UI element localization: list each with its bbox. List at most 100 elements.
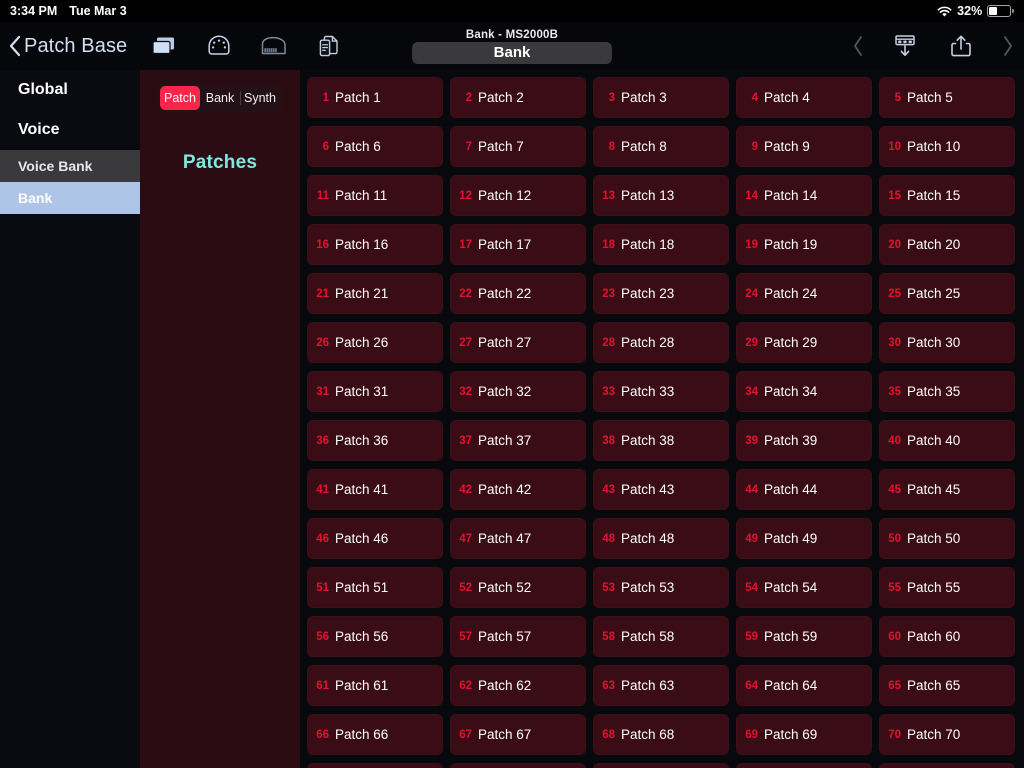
- patch-cell[interactable]: 58 Patch 58: [593, 616, 729, 657]
- sidebar-item-bank[interactable]: Bank: [0, 182, 140, 214]
- patch-cell[interactable]: 67 Patch 67: [450, 714, 586, 755]
- patch-cell[interactable]: 1 Patch 1: [307, 77, 443, 118]
- patch-cell[interactable]: 2 Patch 2: [450, 77, 586, 118]
- patch-cell[interactable]: 33 Patch 33: [593, 371, 729, 412]
- patch-cell[interactable]: 9 Patch 9: [736, 126, 872, 167]
- sidebar-item-voice[interactable]: Voice: [0, 110, 140, 150]
- patch-cell[interactable]: 44 Patch 44: [736, 469, 872, 510]
- patch-cell[interactable]: 56 Patch 56: [307, 616, 443, 657]
- patch-name: Patch 59: [764, 629, 818, 644]
- patch-cell[interactable]: 74Patch 74: [736, 763, 872, 768]
- patch-cell[interactable]: 38 Patch 38: [593, 420, 729, 461]
- patch-cell[interactable]: 37 Patch 37: [450, 420, 586, 461]
- sidebar-item-global[interactable]: Global: [0, 70, 140, 110]
- patch-cell[interactable]: 31 Patch 31: [307, 371, 443, 412]
- patch-cell[interactable]: 54 Patch 54: [736, 567, 872, 608]
- share-icon[interactable]: [946, 31, 976, 61]
- patch-cell[interactable]: 51 Patch 51: [307, 567, 443, 608]
- segment-synth[interactable]: Synth: [240, 86, 280, 110]
- patch-cell[interactable]: 4 Patch 4: [736, 77, 872, 118]
- patch-cell[interactable]: 62 Patch 62: [450, 665, 586, 706]
- patch-cell[interactable]: 21 Patch 21: [307, 273, 443, 314]
- patch-cell[interactable]: 36 Patch 36: [307, 420, 443, 461]
- patch-cell[interactable]: 57 Patch 57: [450, 616, 586, 657]
- patch-cell[interactable]: 49 Patch 49: [736, 518, 872, 559]
- patch-cell[interactable]: 14 Patch 14: [736, 175, 872, 216]
- patch-cell[interactable]: 47 Patch 47: [450, 518, 586, 559]
- patch-cell[interactable]: 25 Patch 25: [879, 273, 1015, 314]
- patch-cell[interactable]: 73Patch 73: [593, 763, 729, 768]
- segment-bank[interactable]: Bank: [200, 86, 240, 110]
- patch-cell[interactable]: 5 Patch 5: [879, 77, 1015, 118]
- chevron-right-nav-icon[interactable]: [1002, 34, 1014, 58]
- patch-cell[interactable]: 72Patch 72: [450, 763, 586, 768]
- patch-cell[interactable]: 64 Patch 64: [736, 665, 872, 706]
- patch-cell[interactable]: 19 Patch 19: [736, 224, 872, 265]
- patch-cell[interactable]: 46 Patch 46: [307, 518, 443, 559]
- patch-cell[interactable]: 60 Patch 60: [879, 616, 1015, 657]
- patch-cell[interactable]: 10 Patch 10: [879, 126, 1015, 167]
- patch-cell[interactable]: 7 Patch 7: [450, 126, 586, 167]
- patch-cell[interactable]: 6 Patch 6: [307, 126, 443, 167]
- patch-cell[interactable]: 48 Patch 48: [593, 518, 729, 559]
- patch-cell[interactable]: 26 Patch 26: [307, 322, 443, 363]
- window-icon[interactable]: [149, 31, 179, 61]
- patch-cell[interactable]: 16 Patch 16: [307, 224, 443, 265]
- patch-grid: 1 Patch 1 2 Patch 2 3 Patch 3 4 Patch 4 5 Patch 5…: [300, 70, 1024, 768]
- patch-cell[interactable]: 23 Patch 23: [593, 273, 729, 314]
- patch-cell[interactable]: 20 Patch 20: [879, 224, 1015, 265]
- patch-cell[interactable]: 30 Patch 30: [879, 322, 1015, 363]
- patch-cell[interactable]: 45 Patch 45: [879, 469, 1015, 510]
- back-button[interactable]: Patch Base: [0, 35, 127, 58]
- patch-cell[interactable]: 34 Patch 34: [736, 371, 872, 412]
- patch-cell[interactable]: 11 Patch 11: [307, 175, 443, 216]
- patch-cell[interactable]: 41 Patch 41: [307, 469, 443, 510]
- synth-keyboard-icon[interactable]: [259, 31, 289, 61]
- patch-cell[interactable]: 43 Patch 43: [593, 469, 729, 510]
- patch-number: 43: [602, 483, 615, 496]
- patch-cell[interactable]: 59 Patch 59: [736, 616, 872, 657]
- title-segment-button[interactable]: Bank: [412, 41, 612, 64]
- patch-cell[interactable]: 52 Patch 52: [450, 567, 586, 608]
- patch-cell[interactable]: 69 Patch 69: [736, 714, 872, 755]
- patch-cell[interactable]: 29 Patch 29: [736, 322, 872, 363]
- patch-cell[interactable]: 22 Patch 22: [450, 273, 586, 314]
- patch-cell[interactable]: 32 Patch 32: [450, 371, 586, 412]
- patch-cell[interactable]: 39 Patch 39: [736, 420, 872, 461]
- patch-cell[interactable]: 66 Patch 66: [307, 714, 443, 755]
- copy-document-icon[interactable]: [314, 31, 344, 61]
- patch-cell[interactable]: 13 Patch 13: [593, 175, 729, 216]
- patch-cell[interactable]: 70 Patch 70: [879, 714, 1015, 755]
- midi-connector-icon[interactable]: [204, 31, 234, 61]
- patch-cell[interactable]: 24 Patch 24: [736, 273, 872, 314]
- patch-cell[interactable]: 18 Patch 18: [593, 224, 729, 265]
- patch-cell[interactable]: 68 Patch 68: [593, 714, 729, 755]
- patch-cell[interactable]: 50 Patch 50: [879, 518, 1015, 559]
- patch-number: 62: [459, 679, 472, 692]
- patch-cell[interactable]: 15 Patch 15: [879, 175, 1015, 216]
- patch-cell[interactable]: 3 Patch 3: [593, 77, 729, 118]
- patch-cell[interactable]: 65 Patch 65: [879, 665, 1015, 706]
- patch-cell[interactable]: 28 Patch 28: [593, 322, 729, 363]
- chevron-left-nav-icon[interactable]: [852, 34, 864, 58]
- patch-grid-scroll-area[interactable]: 1 Patch 1 2 Patch 2 3 Patch 3 4 Patch 4 5 Patch 5…: [300, 70, 1024, 768]
- patch-cell[interactable]: 12 Patch 12: [450, 175, 586, 216]
- patch-name: Patch 24: [764, 286, 818, 301]
- patch-cell[interactable]: 71Patch 71: [307, 763, 443, 768]
- patch-cell[interactable]: 17 Patch 17: [450, 224, 586, 265]
- sidebar-item-voice-bank[interactable]: Voice Bank: [0, 150, 140, 182]
- patch-cell[interactable]: 35 Patch 35: [879, 371, 1015, 412]
- patch-number: 67: [459, 728, 472, 741]
- patch-cell[interactable]: 53 Patch 53: [593, 567, 729, 608]
- patch-cell[interactable]: 61 Patch 61: [307, 665, 443, 706]
- download-synth-icon[interactable]: [890, 31, 920, 61]
- patch-cell[interactable]: 42 Patch 42: [450, 469, 586, 510]
- patch-cell[interactable]: 63 Patch 63: [593, 665, 729, 706]
- patch-cell[interactable]: 55 Patch 55: [879, 567, 1015, 608]
- patch-cell[interactable]: 27 Patch 27: [450, 322, 586, 363]
- patch-name: Patch 12: [478, 188, 532, 203]
- patch-cell[interactable]: 8 Patch 8: [593, 126, 729, 167]
- patch-cell[interactable]: 40 Patch 40: [879, 420, 1015, 461]
- patch-cell[interactable]: 75Patch 75: [879, 763, 1015, 768]
- segment-patch[interactable]: Patch: [160, 86, 200, 110]
